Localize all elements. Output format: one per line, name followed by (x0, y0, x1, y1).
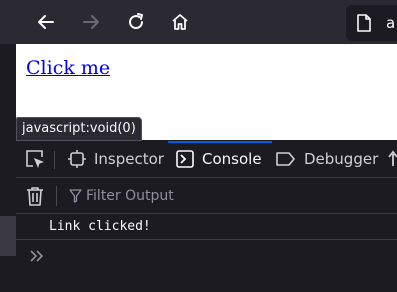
back-arrow-icon (38, 15, 54, 29)
console-icon (176, 150, 194, 168)
reload-button[interactable] (121, 7, 151, 37)
console-input[interactable] (16, 240, 397, 292)
console-message: Link clicked! (16, 214, 397, 240)
overflow-icon (388, 150, 397, 166)
tab-inspector-label: Inspector (94, 150, 164, 168)
toolbar-divider (54, 151, 55, 169)
more-tabs-button[interactable] (388, 141, 397, 177)
tab-console[interactable]: Console (168, 141, 272, 177)
sidebar-shade (0, 216, 16, 256)
element-picker-button[interactable] (24, 148, 46, 174)
page-icon (357, 14, 371, 32)
console-filter-bar (16, 178, 397, 214)
home-icon (172, 14, 188, 30)
filter-icon (69, 188, 82, 207)
home-button[interactable] (165, 7, 195, 37)
click-me-link[interactable]: Click me (26, 57, 110, 79)
tab-debugger-label: Debugger (304, 150, 379, 168)
forward-arrow-icon (83, 15, 99, 29)
back-button[interactable] (31, 7, 61, 37)
devtools-tab-bar: Inspector Console Debugger (16, 141, 397, 178)
forward-button[interactable] (76, 7, 106, 37)
filter-divider (56, 186, 57, 206)
filter-output-input[interactable] (86, 184, 386, 208)
reload-icon (129, 13, 144, 30)
trash-icon (27, 187, 43, 206)
tab-console-label: Console (202, 150, 262, 168)
element-picker-icon (26, 150, 44, 168)
clear-console-button[interactable] (26, 186, 44, 210)
sidebar-strip (0, 44, 16, 292)
status-bar: javascript:void(0) (16, 117, 142, 141)
url-bar[interactable]: a (346, 5, 397, 41)
url-text[interactable]: a (386, 14, 395, 32)
inspector-icon (68, 150, 86, 168)
tab-inspector[interactable]: Inspector (68, 141, 164, 177)
tab-debugger[interactable]: Debugger (276, 141, 378, 177)
browser-toolbar: a (0, 0, 397, 44)
prompt-chevron-icon (29, 248, 45, 267)
debugger-icon (276, 151, 296, 167)
console-message-text: Link clicked! (49, 219, 151, 234)
